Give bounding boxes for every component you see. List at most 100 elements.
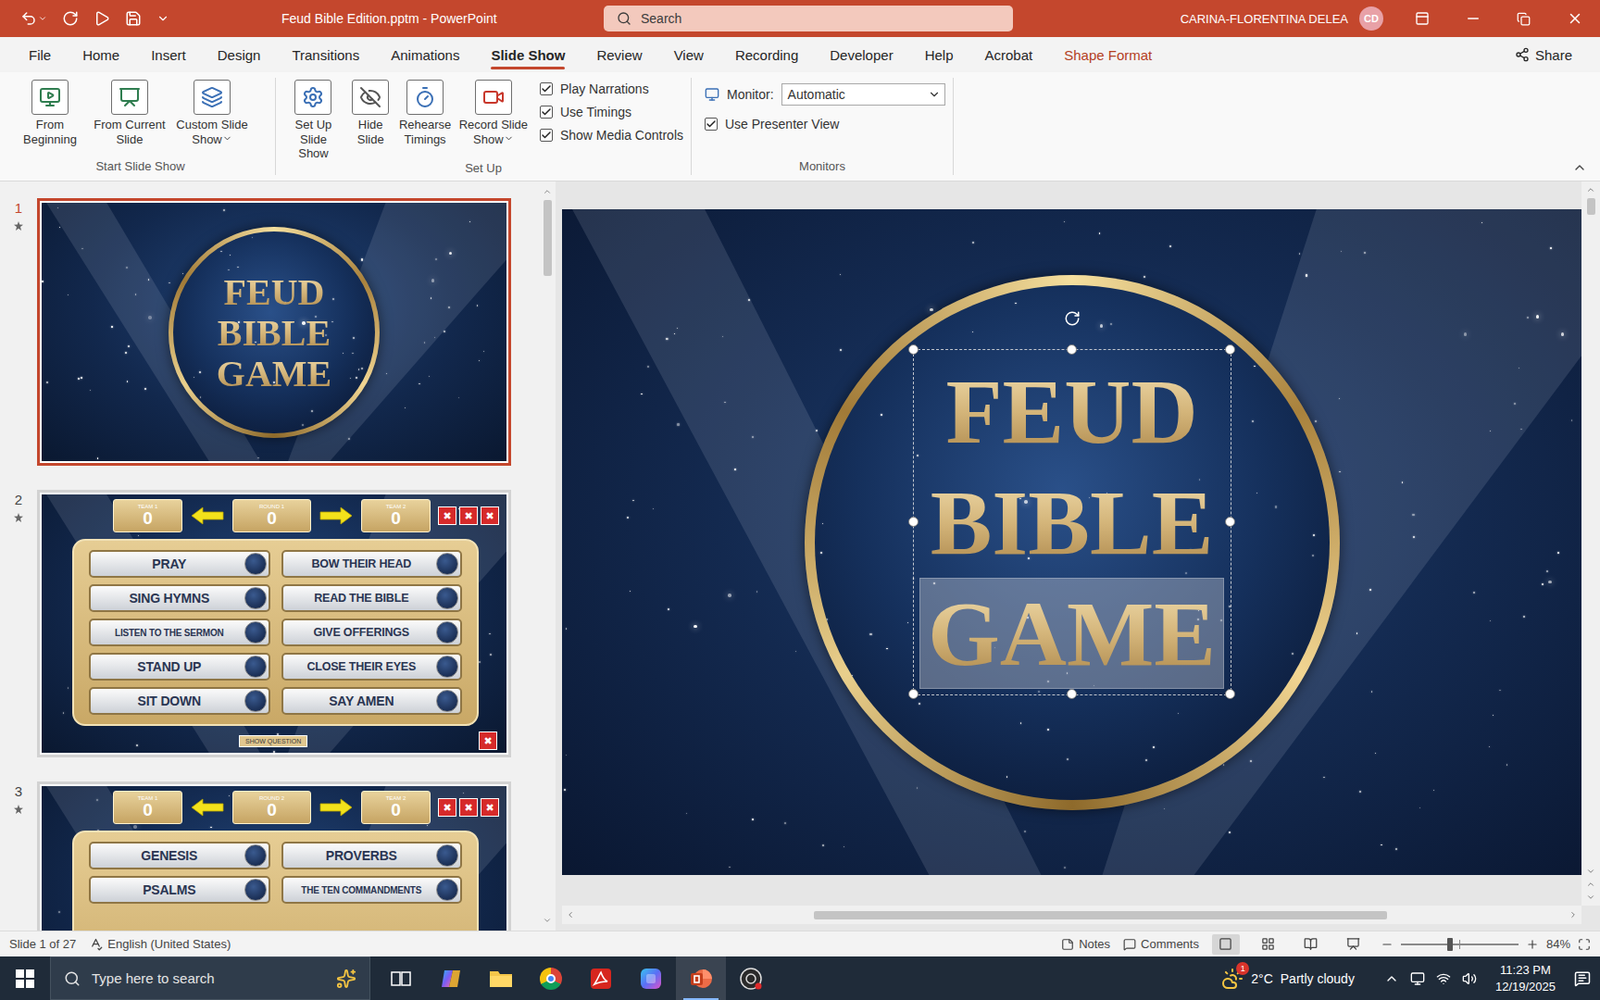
answer-card[interactable]: CLOSE THEIR EYES: [281, 652, 463, 681]
checkbox[interactable]: [704, 117, 718, 131]
ribbon-tab[interactable]: Shape Format: [1048, 37, 1168, 73]
redo-button[interactable]: [62, 10, 79, 27]
view-button[interactable]: [1212, 934, 1240, 955]
ribbon-tab[interactable]: Animations: [375, 37, 475, 73]
monitor-select[interactable]: Automatic: [781, 83, 946, 106]
answer-card[interactable]: THE TEN COMMANDMENTS: [281, 875, 463, 904]
title-line[interactable]: FEUD: [937, 355, 1206, 467]
zoom-level[interactable]: 84%: [1546, 937, 1571, 951]
thumbnail-row[interactable]: 2TEAM 10ROUND 10TEAM 20✖✖✖PRAYBOW THEIR …: [0, 489, 539, 758]
answer-card[interactable]: SAY AMEN: [281, 687, 463, 715]
network-button[interactable]: [1436, 971, 1451, 987]
slide-thumbnail[interactable]: TEAM 10ROUND 10TEAM 20✖✖✖PRAYBOW THEIR H…: [37, 489, 512, 758]
minimize-button[interactable]: [1447, 0, 1499, 38]
previous-slide-icon[interactable]: [1586, 879, 1596, 889]
show-hidden-icons-button[interactable]: [1384, 971, 1400, 987]
answer-card[interactable]: SIT DOWN: [88, 687, 271, 715]
zoom-thumb[interactable]: [1447, 937, 1453, 951]
comments-button[interactable]: Comments: [1123, 937, 1200, 951]
strike-button[interactable]: ✖: [437, 506, 457, 525]
answer-reveal-dot[interactable]: [436, 552, 459, 575]
ribbon-button[interactable]: Hide Slide: [349, 77, 392, 147]
taskbar-app[interactable]: [575, 956, 626, 1000]
zoom-out-icon[interactable]: [1380, 937, 1394, 951]
restore-button[interactable]: [1498, 0, 1550, 38]
checkbox-row[interactable]: Use Presenter View: [704, 116, 946, 132]
arrow-right-icon[interactable]: [318, 506, 354, 525]
zoom-slider[interactable]: [1400, 943, 1519, 946]
undo-button[interactable]: [20, 10, 48, 27]
view-button[interactable]: [1297, 934, 1325, 955]
fit-to-window-icon[interactable]: [1577, 937, 1591, 951]
ribbon-button[interactable]: From Beginning: [12, 77, 88, 147]
ribbon-display-button[interactable]: [1396, 0, 1448, 38]
arrow-left-icon[interactable]: [189, 506, 225, 525]
resize-handle[interactable]: [1225, 344, 1236, 355]
zoom-in-icon[interactable]: [1525, 937, 1539, 951]
scroll-thumb[interactable]: [543, 200, 552, 276]
answer-card[interactable]: GENESIS: [88, 841, 271, 870]
powerpoint-icon[interactable]: [688, 966, 713, 991]
resize-handle[interactable]: [1225, 516, 1236, 527]
weather-widget[interactable]: 12°CPartly cloudy: [1221, 967, 1355, 990]
ribbon-button[interactable]: Set Up Slide Show: [283, 77, 344, 162]
user-name[interactable]: CARINA-FLORENTINA DELEA: [1180, 12, 1349, 26]
close-button[interactable]: [1549, 0, 1600, 38]
arrow-left-icon[interactable]: [189, 798, 225, 817]
microsoft-365-icon[interactable]: [638, 966, 663, 991]
thumbnail-row[interactable]: 1FEUDBIBLEGAME: [0, 198, 539, 466]
ribbon-tab[interactable]: Slide Show: [475, 37, 581, 73]
start-from-beginning-button[interactable]: [93, 10, 111, 27]
answer-reveal-dot[interactable]: [244, 621, 267, 644]
taskbar-app[interactable]: [525, 956, 576, 1000]
answer-reveal-dot[interactable]: [244, 552, 267, 575]
answer-card[interactable]: GIVE OFFERINGS: [281, 618, 463, 647]
vertical-scrollbar[interactable]: [1581, 181, 1600, 906]
ribbon-tab[interactable]: Insert: [135, 37, 202, 73]
notifications-button[interactable]: [1574, 970, 1591, 988]
save-button[interactable]: [125, 10, 142, 27]
resize-handle[interactable]: [908, 688, 919, 700]
collapse-ribbon-button[interactable]: [1572, 160, 1595, 181]
view-button[interactable]: [1339, 934, 1368, 955]
answer-card[interactable]: SING HYMNS: [88, 584, 271, 613]
answer-reveal-dot[interactable]: [244, 878, 267, 901]
answer-reveal-dot[interactable]: [436, 878, 459, 901]
answer-reveal-dot[interactable]: [436, 844, 459, 867]
show-question-button[interactable]: SHOW QUESTION: [238, 735, 308, 748]
strike-button[interactable]: ✖: [437, 798, 457, 817]
checkbox[interactable]: [539, 105, 553, 119]
slide-canvas[interactable]: FEUDBIBLEGAME: [562, 209, 1582, 875]
taskbar-app[interactable]: [625, 956, 676, 1000]
task-view-icon[interactable]: [389, 967, 413, 990]
file-explorer-icon[interactable]: [488, 967, 513, 990]
checkbox-row[interactable]: Play Narrations: [539, 81, 684, 97]
answer-reveal-dot[interactable]: [244, 587, 267, 610]
answer-reveal-dot[interactable]: [436, 587, 459, 610]
checkbox[interactable]: [539, 128, 553, 142]
ribbon-button[interactable]: Rehearse Timings: [397, 77, 452, 147]
volume-button[interactable]: [1462, 971, 1477, 987]
scroll-thumb[interactable]: [1587, 198, 1596, 215]
notes-button[interactable]: Notes: [1061, 937, 1111, 951]
taskbar-app[interactable]: [475, 956, 526, 1000]
ribbon-tab[interactable]: Recording: [719, 37, 814, 73]
answer-card[interactable]: STAND UP: [88, 652, 271, 681]
answer-card[interactable]: PROVERBS: [281, 841, 463, 870]
ribbon-tab[interactable]: Developer: [813, 37, 909, 73]
search-box[interactable]: Search: [603, 5, 1013, 32]
screen-recorder-icon[interactable]: [738, 966, 763, 991]
taskbar-app[interactable]: [675, 956, 726, 1000]
user-avatar[interactable]: CD: [1359, 6, 1384, 31]
ribbon-tab[interactable]: Acrobat: [968, 37, 1049, 73]
scroll-thumb[interactable]: [813, 911, 1388, 920]
answer-card[interactable]: BOW THEIR HEAD: [281, 550, 463, 578]
answer-card[interactable]: PSALMS: [88, 875, 271, 904]
chrome-icon[interactable]: [539, 967, 563, 990]
title-line[interactable]: BIBLE: [922, 466, 1223, 578]
strike-button[interactable]: ✖: [480, 506, 500, 525]
answer-reveal-dot[interactable]: [244, 655, 267, 678]
answer-card[interactable]: LISTEN TO THE SERMON: [88, 618, 271, 647]
resize-handle[interactable]: [1066, 688, 1077, 700]
resize-handle[interactable]: [1225, 688, 1236, 700]
